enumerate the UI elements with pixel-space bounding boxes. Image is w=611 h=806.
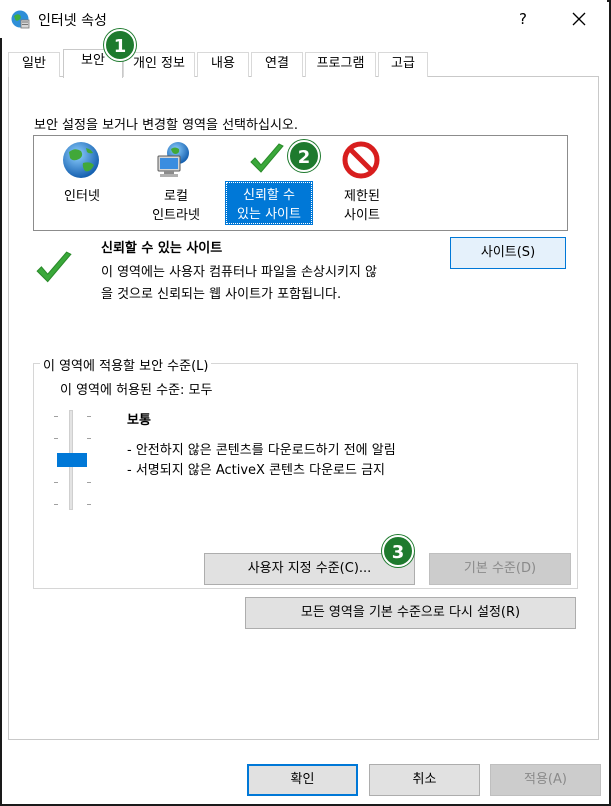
zone-description-text: 이 영역에는 사용자 컴퓨터나 파일을 손상시키지 않 을 것으로 신뢰되는 웹… xyxy=(101,262,446,306)
slider-tick xyxy=(87,482,91,483)
zone-restricted-sites-line1: 제한된 xyxy=(344,189,380,204)
slider-tick xyxy=(54,504,58,505)
zone-trusted-sites-line1: 신뢰할 수 xyxy=(243,188,295,203)
slider-tick xyxy=(54,482,58,483)
slider-tick xyxy=(87,504,91,505)
zone-prompt: 보안 설정을 보거나 변경할 영역을 선택하십시오. xyxy=(34,118,298,133)
step-badge-2: 2 xyxy=(288,140,320,172)
zone-local-intranet-label: 로컬 인트라넷 xyxy=(140,184,212,224)
tab-content[interactable]: 내용 xyxy=(197,52,249,77)
slider-thumb[interactable] xyxy=(57,453,87,467)
cancel-button[interactable]: 취소 xyxy=(369,764,480,796)
security-level-legend: 이 영역에 적용할 보안 수준(L) xyxy=(40,355,212,374)
zone-local-intranet-line2: 인트라넷 xyxy=(152,208,200,223)
security-level-details: - 안전하지 않은 콘텐츠를 다운로드하기 전에 알림 - 서명되지 않은 Ac… xyxy=(127,441,396,481)
ok-button[interactable]: 확인 xyxy=(247,764,358,796)
sites-button[interactable]: 사이트(S) xyxy=(450,237,566,269)
step-badge-3: 3 xyxy=(382,535,414,567)
internet-options-icon xyxy=(11,10,30,29)
zone-description-line1: 이 영역에는 사용자 컴퓨터나 파일을 손상시키지 않 xyxy=(101,265,377,280)
local-intranet-icon xyxy=(157,142,189,177)
help-button[interactable]: ? xyxy=(508,6,538,32)
tab-advanced[interactable]: 고급 xyxy=(378,52,428,77)
apply-button[interactable]: 적용(A) xyxy=(490,764,601,796)
checkmark-icon xyxy=(250,143,284,173)
zone-trusted-sites-line2: 있는 사이트 xyxy=(237,207,301,222)
slider-tick xyxy=(54,416,58,417)
zone-internet-label: 인터넷 xyxy=(64,189,100,204)
trusted-sites-checkmark-icon xyxy=(36,251,72,283)
zone-description-line2: 을 것으로 신뢰되는 웹 사이트가 포함됩니다. xyxy=(101,287,342,302)
security-level-bullet: - 안전하지 않은 콘텐츠를 다운로드하기 전에 알림 xyxy=(127,443,396,458)
slider-tick xyxy=(87,416,91,417)
slider-tick xyxy=(87,438,91,439)
tab-privacy[interactable]: 개인 정보 xyxy=(123,52,195,77)
tab-connections[interactable]: 연결 xyxy=(251,52,303,77)
close-button[interactable] xyxy=(562,6,596,32)
window-title: 인터넷 속성 xyxy=(38,13,107,29)
slider-tick xyxy=(54,438,58,439)
restricted-icon xyxy=(342,141,380,179)
reset-all-zones-button[interactable]: 모든 영역을 기본 수준으로 다시 설정(R) xyxy=(245,597,576,629)
security-level-name: 보통 xyxy=(127,413,151,428)
globe-icon xyxy=(63,142,99,178)
zone-restricted-sites-line2: 사이트 xyxy=(344,208,380,223)
security-level-bullet: - 서명되지 않은 ActiveX 콘텐츠 다운로드 금지 xyxy=(127,463,386,478)
zone-description-title: 신뢰할 수 있는 사이트 xyxy=(101,241,223,256)
zone-restricted-sites-label: 제한된 사이트 xyxy=(332,184,392,224)
default-level-button[interactable]: 기본 수준(D) xyxy=(429,553,571,585)
zone-trusted-sites-label: 신뢰할 수 있는 사이트 xyxy=(225,181,313,225)
allowed-level-label: 이 영역에 허용된 수준: 모두 xyxy=(60,383,213,398)
tab-general[interactable]: 일반 xyxy=(8,52,60,77)
step-badge-1: 1 xyxy=(104,29,136,61)
tab-programs[interactable]: 프로그램 xyxy=(305,52,376,77)
close-icon xyxy=(572,12,586,26)
zone-local-intranet-line1: 로컬 xyxy=(164,189,188,204)
title-bar: 인터넷 속성 ? xyxy=(0,0,607,38)
